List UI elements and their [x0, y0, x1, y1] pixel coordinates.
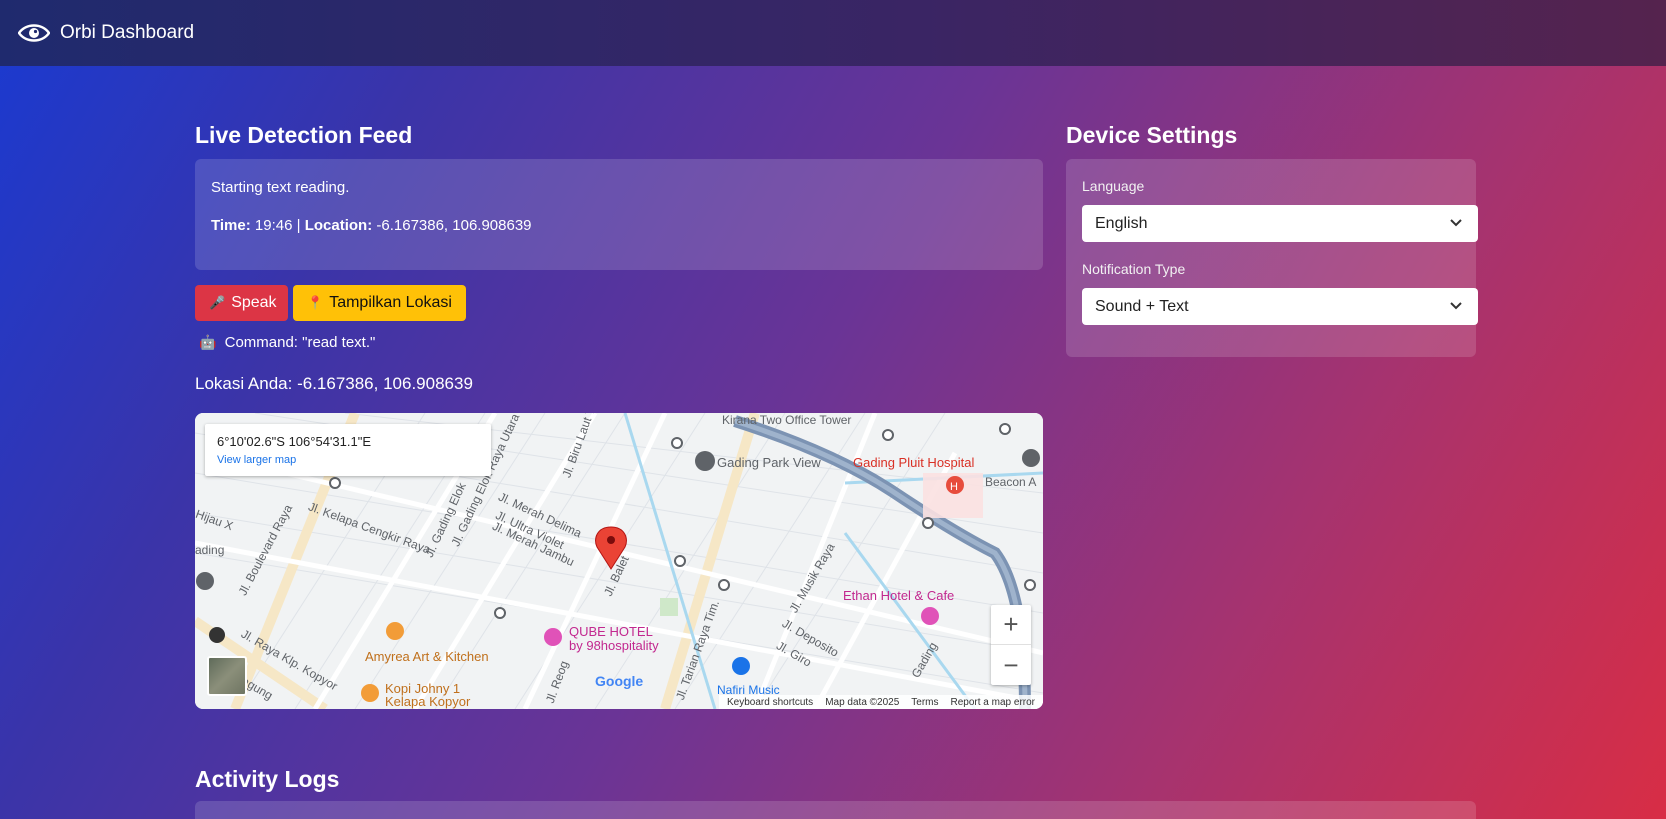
settings-card: Language English Notification Type Sound… — [1066, 159, 1478, 357]
place-label: Amyrea Art & Kitchen — [365, 649, 489, 664]
google-logo: Google — [595, 673, 644, 689]
terms-link[interactable]: Terms — [911, 697, 938, 708]
activity-logs-title: Activity Logs — [195, 766, 340, 792]
feed-card: Starting text reading. Time: 19:46 | Loc… — [195, 159, 1043, 270]
command-status: 🤖 Command: "read text." — [199, 334, 375, 351]
location-value: -6.167386, 106.908639 — [376, 217, 532, 234]
show-location-button-label: Tampilkan Lokasi — [329, 294, 452, 311]
satellite-toggle[interactable] — [207, 656, 247, 696]
feed-message: Starting text reading. — [211, 179, 350, 196]
activity-logs-card — [195, 801, 1476, 819]
language-label: Language — [1082, 178, 1145, 194]
chevron-down-icon — [1450, 219, 1462, 227]
place-label: Beacon A — [985, 475, 1037, 489]
map-pin-icon: 📍 — [307, 295, 324, 310]
view-larger-map-link[interactable]: View larger map — [217, 454, 296, 466]
place-label: Ethan Hotel & Cafe — [843, 588, 955, 603]
meta-separator: | — [296, 217, 301, 234]
command-text: Command: "read text." — [224, 334, 376, 351]
settings-title: Device Settings — [1066, 122, 1238, 148]
language-value: English — [1095, 214, 1148, 232]
map-coordinates: 6°10'02.6"S 106°54'31.1"E — [217, 434, 371, 449]
feed-title: Live Detection Feed — [195, 122, 413, 148]
place-label: Gading Park View — [717, 455, 821, 470]
microphone-icon: 🎤 — [209, 295, 226, 310]
chevron-down-icon — [1450, 302, 1462, 310]
language-select[interactable]: English — [1082, 205, 1478, 242]
svg-text:H: H — [950, 481, 958, 493]
zoom-control: + − — [991, 605, 1031, 685]
map-footer: Keyboard shortcuts Map data ©2025 Terms … — [719, 695, 1043, 709]
report-map-error-link[interactable]: Report a map error — [951, 697, 1035, 708]
speak-button[interactable]: 🎤 Speak — [195, 285, 288, 321]
location-label: Location: — [304, 217, 373, 234]
time-value: 19:46 — [254, 217, 293, 234]
embedded-map[interactable]: H Kirana Two Office Tower Gading Park Vi… — [195, 413, 1043, 709]
zoom-out-button[interactable]: − — [991, 645, 1031, 685]
keyboard-shortcuts-link[interactable]: Keyboard shortcuts — [727, 697, 813, 708]
street-label: ading — [195, 543, 225, 557]
place-label: by 98hospitality — [569, 638, 659, 653]
speak-button-label: Speak — [231, 294, 277, 311]
place-label: QUBE HOTEL — [569, 624, 653, 639]
zoom-in-button[interactable]: + — [991, 605, 1031, 645]
feed-meta: Time: 19:46 | Location: -6.167386, 106.9… — [211, 217, 532, 234]
place-label: Kelapa Kopyor — [385, 694, 471, 709]
navbar: Orbi Dashboard — [0, 0, 1666, 66]
user-location: Lokasi Anda: -6.167386, 106.908639 — [195, 374, 473, 393]
app-title[interactable]: Orbi Dashboard — [60, 22, 194, 44]
notification-select[interactable]: Sound + Text — [1082, 288, 1478, 325]
map-data-label: Map data ©2025 — [825, 696, 900, 708]
time-label: Time: — [211, 217, 251, 234]
show-location-button[interactable]: 📍 Tampilkan Lokasi — [293, 285, 466, 321]
robot-icon: 🤖 — [199, 334, 217, 350]
notification-label: Notification Type — [1082, 261, 1186, 277]
place-label: Gading Pluit Hospital — [853, 455, 975, 470]
place-label: Kirana Two Office Tower — [722, 413, 852, 427]
map-info-box: 6°10'02.6"S 106°54'31.1"E View larger ma… — [205, 424, 491, 476]
eye-icon — [18, 24, 50, 42]
notification-value: Sound + Text — [1095, 297, 1189, 315]
